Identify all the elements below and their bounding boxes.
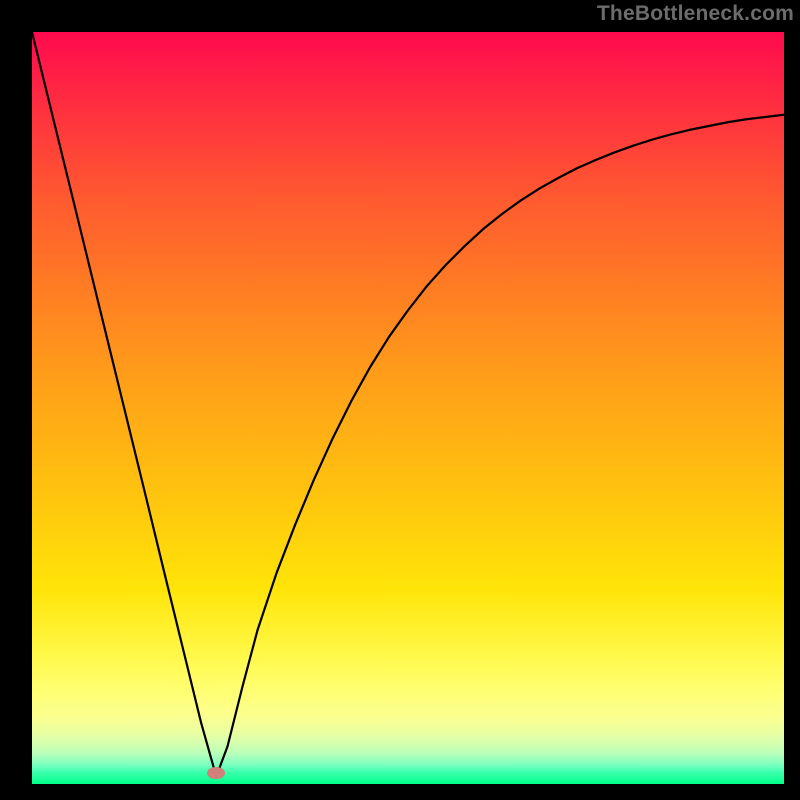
plot-area [32,32,784,784]
minimum-marker [207,767,225,779]
watermark-text: TheBottleneck.com [597,2,794,26]
curve-layer [32,32,784,784]
chart-stage: TheBottleneck.com [0,0,800,800]
bottleneck-curve [32,32,784,776]
